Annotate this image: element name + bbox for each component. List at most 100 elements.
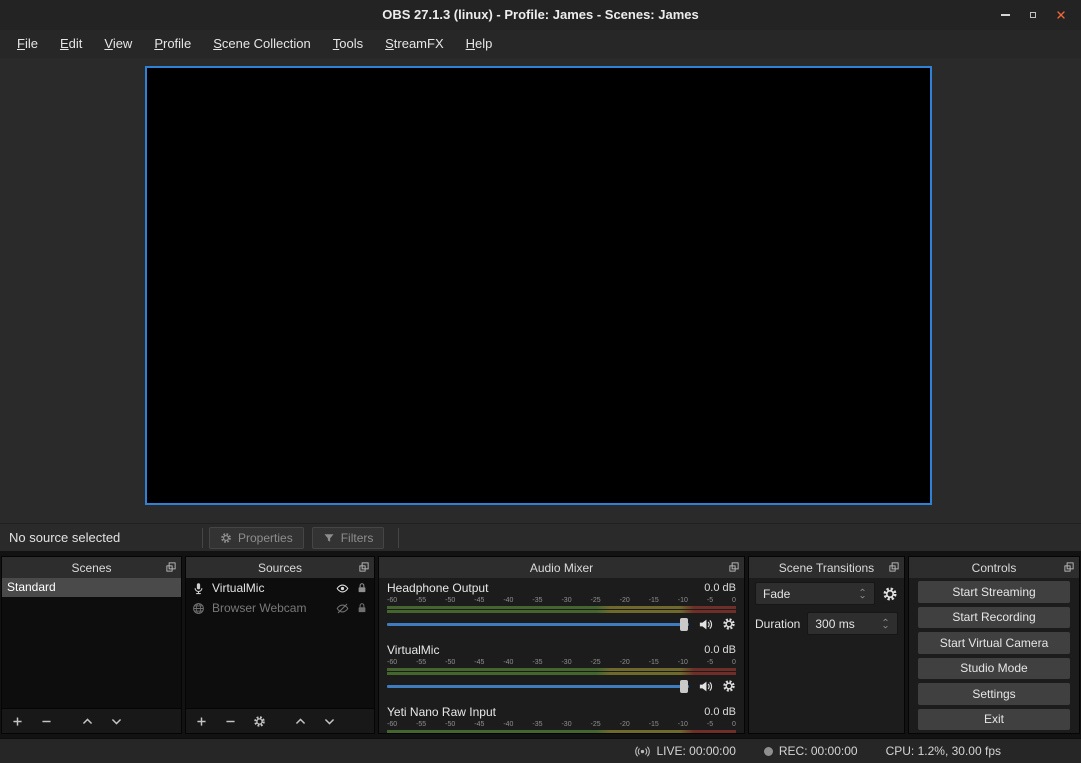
remove-scene-icon[interactable] [40, 715, 53, 728]
move-scene-down-icon[interactable] [110, 715, 123, 728]
close-icon [1055, 9, 1067, 21]
menu-profile[interactable]: Profile [143, 30, 202, 58]
source-toolbar: No source selected Properties Filters [0, 523, 1081, 551]
popout-icon[interactable] [888, 561, 900, 573]
meter-tick-label: -25 [591, 596, 601, 605]
mixer-channel-level: 0.0 dB [704, 581, 736, 596]
mixer-channel-level: 0.0 dB [704, 705, 736, 720]
toolbar-separator [202, 528, 203, 548]
statusbar: LIVE: 00:00:00 REC: 00:00:00 CPU: 1.2%, … [0, 738, 1081, 763]
scenes-panel-title: Scenes [71, 561, 111, 575]
minimize-button[interactable] [991, 0, 1019, 30]
meter-tick-label: -10 [678, 720, 688, 729]
speaker-icon[interactable] [698, 679, 713, 694]
performance-stats: CPU: 1.2%, 30.00 fps [886, 744, 1001, 758]
popout-icon[interactable] [358, 561, 370, 573]
duration-label: Duration [755, 617, 800, 631]
menu-scene-collection[interactable]: Scene Collection [202, 30, 322, 58]
speaker-icon[interactable] [698, 617, 713, 632]
move-source-down-icon[interactable] [323, 715, 336, 728]
meter-tick-label: -40 [503, 658, 513, 667]
spin-down-icon[interactable] [858, 594, 867, 600]
menu-view[interactable]: View [93, 30, 143, 58]
menu-file[interactable]: File [6, 30, 49, 58]
menu-tools[interactable]: Tools [322, 30, 374, 58]
volume-meter [387, 606, 736, 613]
volume-slider-track [387, 685, 689, 688]
globe-icon [192, 602, 205, 615]
start-virtual-camera-button[interactable]: Start Virtual Camera [918, 632, 1070, 654]
meter-tick-label: -60 [387, 658, 397, 667]
menu-streamfx[interactable]: StreamFX [374, 30, 455, 58]
meter-tick-label: -50 [445, 720, 455, 729]
start-streaming-button[interactable]: Start Streaming [918, 581, 1070, 603]
volume-slider[interactable] [387, 680, 689, 693]
sources-panel-header: Sources [186, 557, 374, 578]
move-scene-up-icon[interactable] [81, 715, 94, 728]
scenes-list: Standard [2, 578, 181, 708]
eye-slash-icon[interactable] [336, 602, 349, 615]
meter-tick-label: -40 [503, 720, 513, 729]
meter-tick-label: -30 [561, 596, 571, 605]
scene-transitions-panel: Scene Transitions Fade Duration [748, 556, 905, 734]
source-properties-gear-icon[interactable] [253, 715, 266, 728]
scene-row-standard[interactable]: Standard [2, 578, 181, 597]
duration-decrease-icon[interactable] [881, 624, 890, 630]
duration-spinner [881, 617, 894, 630]
volume-slider-handle[interactable] [680, 618, 688, 631]
duration-value: 300 ms [815, 617, 854, 631]
close-button[interactable] [1047, 0, 1075, 30]
move-source-up-icon[interactable] [294, 715, 307, 728]
add-scene-icon[interactable] [11, 715, 24, 728]
settings-button[interactable]: Settings [918, 683, 1070, 705]
add-source-icon[interactable] [195, 715, 208, 728]
transition-settings-gear-icon[interactable] [882, 586, 898, 602]
volume-meter [387, 668, 736, 675]
start-recording-button[interactable]: Start Recording [918, 607, 1070, 629]
lock-icon[interactable] [356, 582, 368, 594]
record-dot-icon [764, 747, 773, 756]
studio-mode-button[interactable]: Studio Mode [918, 658, 1070, 680]
mixer-channel-yeti-nano-raw-input: Yeti Nano Raw Input 0.0 dB -60-55-50-45-… [387, 705, 736, 733]
meter-scale: -60-55-50-45-40-35-30-25-20-15-10-50 [387, 720, 736, 729]
meter-tick-label: -25 [591, 658, 601, 667]
live-timer: LIVE: 00:00:00 [656, 744, 735, 758]
source-row-browser-webcam[interactable]: Browser Webcam [186, 598, 374, 618]
preview-canvas[interactable] [145, 66, 932, 505]
mixer-channel-headphone-output: Headphone Output 0.0 dB -60-55-50-45-40-… [387, 581, 736, 633]
rec-status: REC: 00:00:00 [764, 744, 858, 758]
properties-button[interactable]: Properties [209, 527, 304, 549]
exit-button[interactable]: Exit [918, 709, 1070, 731]
volume-slider[interactable] [387, 618, 689, 631]
transition-select[interactable]: Fade [755, 582, 875, 605]
menu-edit[interactable]: Edit [49, 30, 93, 58]
spin-up-icon[interactable] [858, 587, 867, 593]
menu-help[interactable]: Help [455, 30, 504, 58]
volume-slider-handle[interactable] [680, 680, 688, 693]
source-row-virtualmic[interactable]: VirtualMic [186, 578, 374, 598]
sources-panel: Sources VirtualMic Browser Webcam [185, 556, 375, 734]
maximize-button[interactable] [1019, 0, 1047, 30]
filters-button[interactable]: Filters [312, 527, 385, 549]
popout-icon[interactable] [728, 561, 740, 573]
gear-icon[interactable] [722, 679, 736, 693]
lock-icon[interactable] [356, 602, 368, 614]
popout-icon[interactable] [165, 561, 177, 573]
transition-select-spinner [858, 587, 871, 600]
meter-tick-label: -55 [416, 658, 426, 667]
meter-tick-label: 0 [732, 720, 736, 729]
meter-tick-label: -10 [678, 658, 688, 667]
eye-icon[interactable] [336, 582, 349, 595]
meter-tick-label: -10 [678, 596, 688, 605]
popout-icon[interactable] [1063, 561, 1075, 573]
sources-panel-title: Sources [258, 561, 302, 575]
controls-panel: Controls Start Streaming Start Recording… [908, 556, 1080, 734]
meter-tick-label: -20 [620, 658, 630, 667]
meter-tick-label: -45 [474, 658, 484, 667]
remove-source-icon[interactable] [224, 715, 237, 728]
gear-icon[interactable] [722, 617, 736, 631]
live-status: LIVE: 00:00:00 [635, 744, 735, 759]
duration-increase-icon[interactable] [881, 617, 890, 623]
audio-mixer-title: Audio Mixer [530, 561, 593, 575]
duration-spinbox[interactable]: 300 ms [807, 612, 898, 635]
